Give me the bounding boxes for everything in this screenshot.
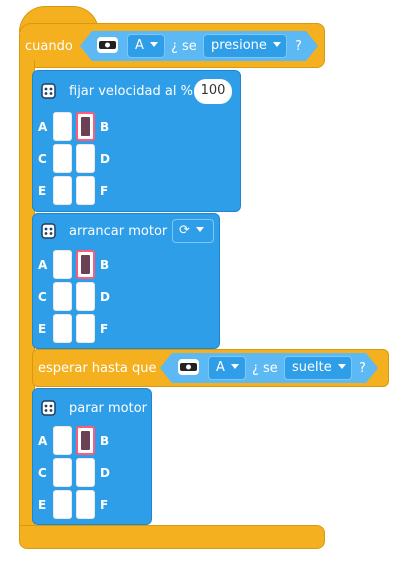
port-b-label: B xyxy=(100,434,110,448)
wait-port-value: A xyxy=(216,360,225,375)
wait-state-value: suelte xyxy=(292,360,332,375)
port-c-slot[interactable] xyxy=(53,282,72,311)
port-b-label: B xyxy=(100,120,110,134)
event-port-value: A xyxy=(135,38,144,53)
hub-icon xyxy=(41,400,56,420)
event-se-label: ¿ se xyxy=(171,39,197,54)
port-f-slot[interactable] xyxy=(76,314,95,343)
force-sensor-icon xyxy=(97,37,118,53)
port-f-label: F xyxy=(100,498,109,512)
port-c-label: C xyxy=(38,152,47,166)
wait-se-label: ¿ se xyxy=(252,361,278,376)
direction-dropdown[interactable]: ⟳ xyxy=(172,219,214,243)
hub-icon xyxy=(41,223,56,243)
port-b-slot[interactable] xyxy=(76,426,95,455)
port-e-slot[interactable] xyxy=(53,176,72,205)
port-c-label: C xyxy=(38,466,47,480)
port-c-label: C xyxy=(38,290,47,304)
stop-motor-label: parar motor xyxy=(69,401,148,416)
event-state-value: presione xyxy=(211,38,267,53)
port-f-label: F xyxy=(100,184,109,198)
port-d-label: D xyxy=(100,152,110,166)
hub-icon xyxy=(41,83,56,103)
port-e-label: E xyxy=(38,184,47,198)
caret-down-icon xyxy=(272,42,281,47)
wait-until-label: esperar hasta que xyxy=(38,361,157,376)
port-d-slot[interactable] xyxy=(76,458,95,487)
port-a-label: A xyxy=(38,258,48,272)
port-e-label: E xyxy=(38,322,47,336)
wait-question-mark: ? xyxy=(359,361,366,376)
caret-down-icon xyxy=(195,227,204,232)
wait-port-dropdown[interactable]: A xyxy=(208,356,246,380)
port-f-label: F xyxy=(100,322,109,336)
event-block-bottom xyxy=(19,525,325,549)
clockwise-icon: ⟳ xyxy=(179,223,190,238)
port-c-slot[interactable] xyxy=(53,144,72,173)
caret-down-icon xyxy=(337,364,346,369)
port-e-slot[interactable] xyxy=(53,314,72,343)
when-label: cuando xyxy=(25,39,73,54)
port-e-slot[interactable] xyxy=(53,490,72,519)
port-b-label: B xyxy=(100,258,110,272)
caret-down-icon xyxy=(230,364,239,369)
port-f-slot[interactable] xyxy=(76,176,95,205)
port-d-label: D xyxy=(100,466,110,480)
port-a-slot[interactable] xyxy=(53,250,72,279)
port-b-slot[interactable] xyxy=(76,250,95,279)
start-motor-label: arrancar motor xyxy=(69,224,168,239)
port-e-label: E xyxy=(38,498,47,512)
port-b-slot[interactable] xyxy=(76,112,95,141)
force-sensor-icon xyxy=(178,359,199,375)
port-d-label: D xyxy=(100,290,110,304)
speed-value-input[interactable]: 100 xyxy=(194,79,232,104)
set-speed-label: fijar velocidad al % xyxy=(69,84,193,99)
port-a-slot[interactable] xyxy=(53,112,72,141)
port-f-slot[interactable] xyxy=(76,490,95,519)
caret-down-icon xyxy=(149,42,158,47)
port-d-slot[interactable] xyxy=(76,282,95,311)
port-a-slot[interactable] xyxy=(53,426,72,455)
event-port-dropdown[interactable]: A xyxy=(127,34,165,58)
port-a-label: A xyxy=(38,120,48,134)
port-a-label: A xyxy=(38,434,48,448)
wait-state-dropdown[interactable]: suelte xyxy=(284,356,352,380)
port-c-slot[interactable] xyxy=(53,458,72,487)
event-state-dropdown[interactable]: presione xyxy=(203,34,287,58)
event-question-mark: ? xyxy=(295,39,302,54)
port-d-slot[interactable] xyxy=(76,144,95,173)
